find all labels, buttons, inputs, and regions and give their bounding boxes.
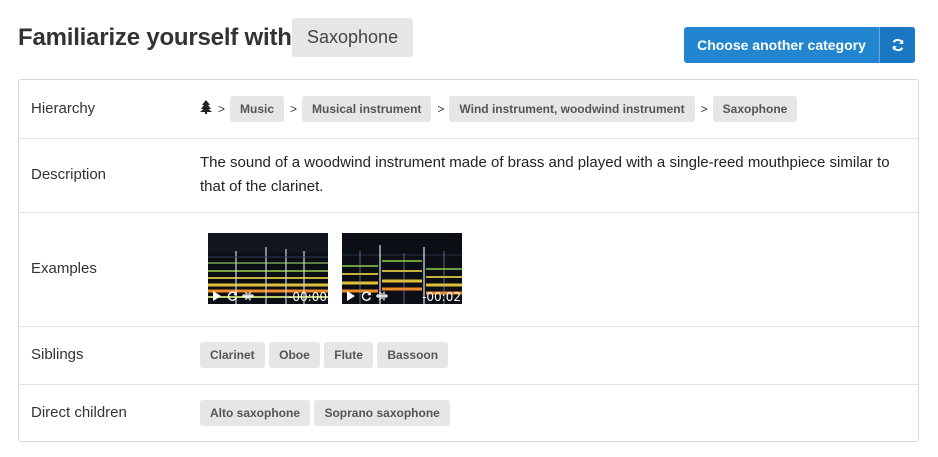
tree-icon[interactable] [200,99,212,119]
siblings-label: Siblings [31,346,84,363]
sibling-bassoon[interactable]: Bassoon [377,342,449,368]
audio-example-player[interactable]: -00:00 [208,233,328,304]
breadcrumb-separator: > [437,102,445,116]
breadcrumb-item-saxophone[interactable]: Saxophone [712,96,798,122]
waveform-icon[interactable] [374,288,390,304]
breadcrumb-separator: > [290,102,298,116]
examples-label: Examples [31,260,97,277]
waveform-icon[interactable] [240,288,256,304]
examples-list: -00:00 -00:02 [200,233,906,304]
breadcrumb-item-wind-instrument[interactable]: Wind instrument, woodwind instrument [449,96,695,122]
replay-icon[interactable] [358,288,374,304]
direct-children-list: Alto saxophone Soprano saxophone [200,400,906,426]
breadcrumb-item-music[interactable]: Music [230,96,285,122]
breadcrumb-separator: > [218,102,226,116]
hierarchy-row: Hierarchy > Music > Musical instrument > Wind… [19,80,918,138]
player-time: -00:02 [422,290,461,304]
sibling-clarinet[interactable]: Clarinet [200,342,265,368]
description-row: Description The sound of a woodwind inst… [19,138,918,212]
player-time: -00:00 [288,290,327,304]
breadcrumb-separator: > [700,102,708,116]
description-text: The sound of a woodwind instrument made … [200,154,890,195]
siblings-row: Siblings Clarinet Oboe Flute Bassoon [19,326,918,384]
choose-another-category-button[interactable]: Choose another category [684,27,915,63]
direct-children-label: Direct children [31,404,127,421]
choose-another-category-label: Choose another category [697,37,866,53]
description-label: Description [31,166,107,183]
audio-example-player[interactable]: -00:02 [342,233,462,304]
siblings-list: Clarinet Oboe Flute Bassoon [200,342,906,368]
hierarchy-breadcrumb: > Music > Musical instrument > Wind instrumen… [200,96,906,122]
sibling-flute[interactable]: Flute [324,342,373,368]
page-title: Familiarize yourself with [18,24,292,51]
play-icon[interactable] [342,288,358,304]
refresh-icon[interactable] [879,27,915,63]
play-icon[interactable] [208,288,224,304]
sibling-oboe[interactable]: Oboe [269,342,320,368]
breadcrumb-item-musical-instrument[interactable]: Musical instrument [302,96,432,122]
page-header: Familiarize yourself with Saxophone Choo… [18,18,915,64]
category-tag: Saxophone [292,18,414,57]
category-details-table: Hierarchy > Music > Musical instrument > Wind… [18,79,919,442]
examples-row: Examples -00:00 -00:02 [19,212,918,326]
hierarchy-label: Hierarchy [31,100,96,117]
replay-icon[interactable] [224,288,240,304]
direct-children-row: Direct children Alto saxophone Soprano s… [19,384,918,441]
child-alto-saxophone[interactable]: Alto saxophone [200,400,311,426]
child-soprano-saxophone[interactable]: Soprano saxophone [314,400,450,426]
